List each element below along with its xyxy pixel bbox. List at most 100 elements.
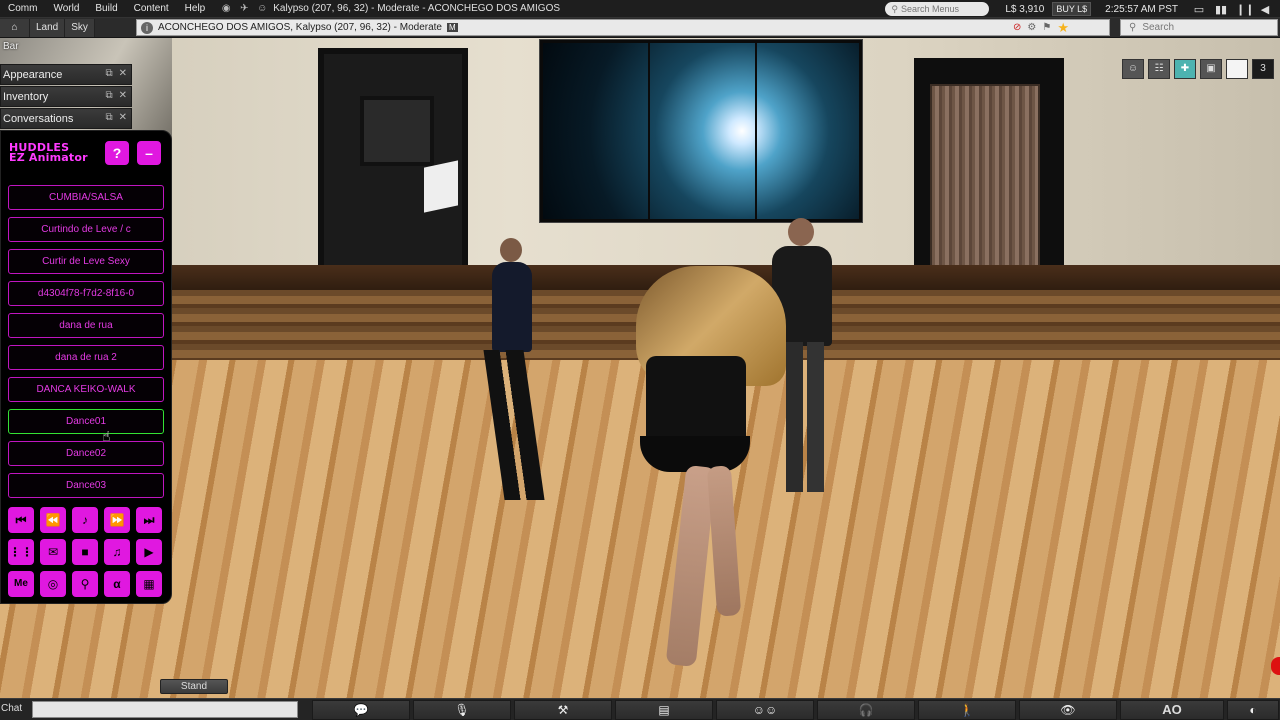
balance[interactable]: L$ 3,910 (1005, 4, 1044, 15)
animation-item[interactable]: CUMBIA/SALSA (8, 185, 164, 210)
eye-icon: 👁 (1060, 703, 1076, 717)
blank-icon[interactable] (1226, 59, 1248, 79)
fly-icon[interactable]: ✈ (237, 2, 251, 16)
wooden-door[interactable] (914, 58, 1064, 288)
dock-icon[interactable]: ⧉ (105, 112, 112, 123)
dock-icon[interactable]: ⧉ (105, 68, 112, 79)
close-icon[interactable]: ✕ (119, 90, 127, 101)
floater-title: Conversations (3, 112, 74, 125)
stand-button[interactable]: Stand (160, 679, 228, 694)
home-button[interactable]: ⌂ (0, 18, 30, 37)
info-icon[interactable]: i (141, 21, 153, 34)
animation-item[interactable]: dana de rua (8, 313, 164, 338)
chat-label: Chat (1, 703, 23, 714)
door-window (360, 96, 434, 166)
animation-item[interactable]: Dance02 (8, 441, 164, 466)
animation-item[interactable]: Curtindo de Leve / c (8, 217, 164, 242)
stop-icon[interactable]: ■ (72, 539, 98, 565)
first-icon[interactable]: ⏮ (8, 507, 34, 533)
avatar-icon[interactable]: ☺ (255, 2, 269, 16)
sync-dance-icon[interactable]: ♫ (104, 539, 130, 565)
wooden-floor[interactable] (0, 360, 1280, 720)
ao-button[interactable]: AO (1120, 700, 1224, 720)
snapshot-button[interactable]: ◐ (1227, 700, 1279, 720)
monitor-icon[interactable]: ▭ (1192, 3, 1206, 16)
animation-item[interactable]: DANCA KEIKO-WALK (8, 377, 164, 402)
inventory-icon[interactable]: ▣ (1200, 59, 1222, 79)
grid-icon[interactable]: ⋮⋮ (8, 539, 34, 565)
location-bar[interactable]: i ACONCHEGO DOS AMIGOS, Kalypso (207, 96… (136, 19, 1110, 36)
minimize-button[interactable]: – (137, 141, 161, 165)
people-icon[interactable]: ☷ (1148, 59, 1170, 79)
menu-comm[interactable]: Comm (0, 0, 45, 18)
floater-title: Appearance (3, 68, 63, 81)
parcel-icons: ⊘ ⚙ ⚑ ★ (1013, 20, 1069, 35)
black-door[interactable] (318, 48, 468, 288)
envelope-icon[interactable]: ✉ (40, 539, 66, 565)
chat-input[interactable] (32, 701, 298, 718)
notification-count[interactable]: 3 (1252, 59, 1274, 79)
search-menus-input[interactable]: ⚲ Search Menus (885, 2, 990, 16)
menu-content[interactable]: Content (126, 0, 177, 18)
close-icon[interactable]: ✕ (119, 68, 127, 79)
animation-item[interactable]: dana de rua 2 (8, 345, 164, 370)
alpha-icon[interactable]: α (104, 571, 130, 597)
animation-item[interactable]: d4304f78-f7d2-8f16-0 (8, 281, 164, 306)
build-button[interactable]: ⚒ (514, 700, 612, 720)
volume-icon[interactable]: ◀ (1258, 3, 1272, 16)
dance-icon[interactable]: ♪ (72, 507, 98, 533)
home-icon: ⌂ (11, 21, 18, 33)
search-menus-placeholder: Search Menus (900, 4, 959, 14)
animation-item-selected[interactable]: Dance01 (8, 409, 164, 434)
search-icon: ⚲ (891, 3, 898, 14)
menu-world[interactable]: World (45, 0, 87, 18)
next-icon[interactable]: ⏩ (104, 507, 130, 533)
conversations-floater[interactable]: Conversations ⧉ ✕ (0, 108, 132, 129)
close-icon[interactable]: ✕ (119, 112, 127, 123)
speak-button[interactable]: 🎙 (413, 700, 511, 720)
scripts-icon[interactable]: ⚙ (1027, 22, 1036, 33)
voice-button[interactable]: 🎧 (817, 700, 915, 720)
search-icon[interactable]: ⚲ (72, 571, 98, 597)
wall-painting[interactable] (540, 40, 862, 222)
pathfinding-icon[interactable]: ⚑ (1042, 22, 1051, 33)
top-right-toolbar: ☺ ☷ ✚ ▣ 3 (1122, 59, 1274, 79)
door-panel (930, 84, 1040, 284)
last-icon[interactable]: ⏭ (136, 507, 162, 533)
people-icon: ☺☺ (752, 703, 778, 717)
camera-button[interactable]: 👁 (1019, 700, 1117, 720)
sky-button[interactable]: Sky (65, 18, 95, 37)
people-button[interactable]: ☺☺ (716, 700, 814, 720)
menu-icon[interactable]: ▦ (136, 571, 162, 597)
no-see-icon[interactable]: ⊘ (1013, 22, 1021, 33)
previous-icon[interactable]: ⏪ (40, 507, 66, 533)
appearance-floater[interactable]: Appearance ⧉ ✕ (0, 64, 132, 85)
bandwidth-icon[interactable]: ▮▮ (1214, 3, 1228, 16)
buy-lindens-button[interactable]: BUY L$ (1052, 2, 1092, 16)
menu-build[interactable]: Build (87, 0, 125, 18)
minimap-icon[interactable]: ✚ (1174, 59, 1196, 79)
help-button[interactable]: ? (105, 141, 129, 165)
avatar-icon[interactable]: ☺ (1122, 59, 1144, 79)
hud-title-line2: EZ Animator (9, 151, 88, 164)
3d-world-view[interactable] (0, 0, 1280, 720)
play-icon[interactable]: ▶ (136, 539, 162, 565)
land-button[interactable]: Land (30, 18, 66, 37)
favorite-star-icon[interactable]: ★ (1057, 20, 1069, 36)
me-button[interactable]: Me (8, 571, 34, 597)
pause-icon[interactable]: ❙❙ (1236, 3, 1254, 16)
voice-icon[interactable]: ◉ (219, 2, 233, 16)
dock-icon[interactable]: ⧉ (105, 90, 112, 101)
menu-help[interactable]: Help (177, 0, 214, 18)
profile-card-icon: ▤ (658, 703, 670, 717)
profile-button[interactable]: ▤ (615, 700, 713, 720)
notification-indicator[interactable] (1271, 657, 1280, 675)
inventory-floater[interactable]: Inventory ⧉ ✕ (0, 86, 132, 107)
ez-animator-hud[interactable]: HUDDLES EZ Animator ? – CUMBIA/SALSA Cur… (0, 130, 172, 604)
animation-item[interactable]: Dance03 (8, 473, 164, 498)
animation-item[interactable]: Curtir de Leve Sexy (8, 249, 164, 274)
chat-bubble-button[interactable]: 💬 (312, 700, 410, 720)
move-button[interactable]: 🚶 (918, 700, 1016, 720)
search-input[interactable]: ⚲ Search (1120, 19, 1278, 36)
timer-icon[interactable]: ◎ (40, 571, 66, 597)
